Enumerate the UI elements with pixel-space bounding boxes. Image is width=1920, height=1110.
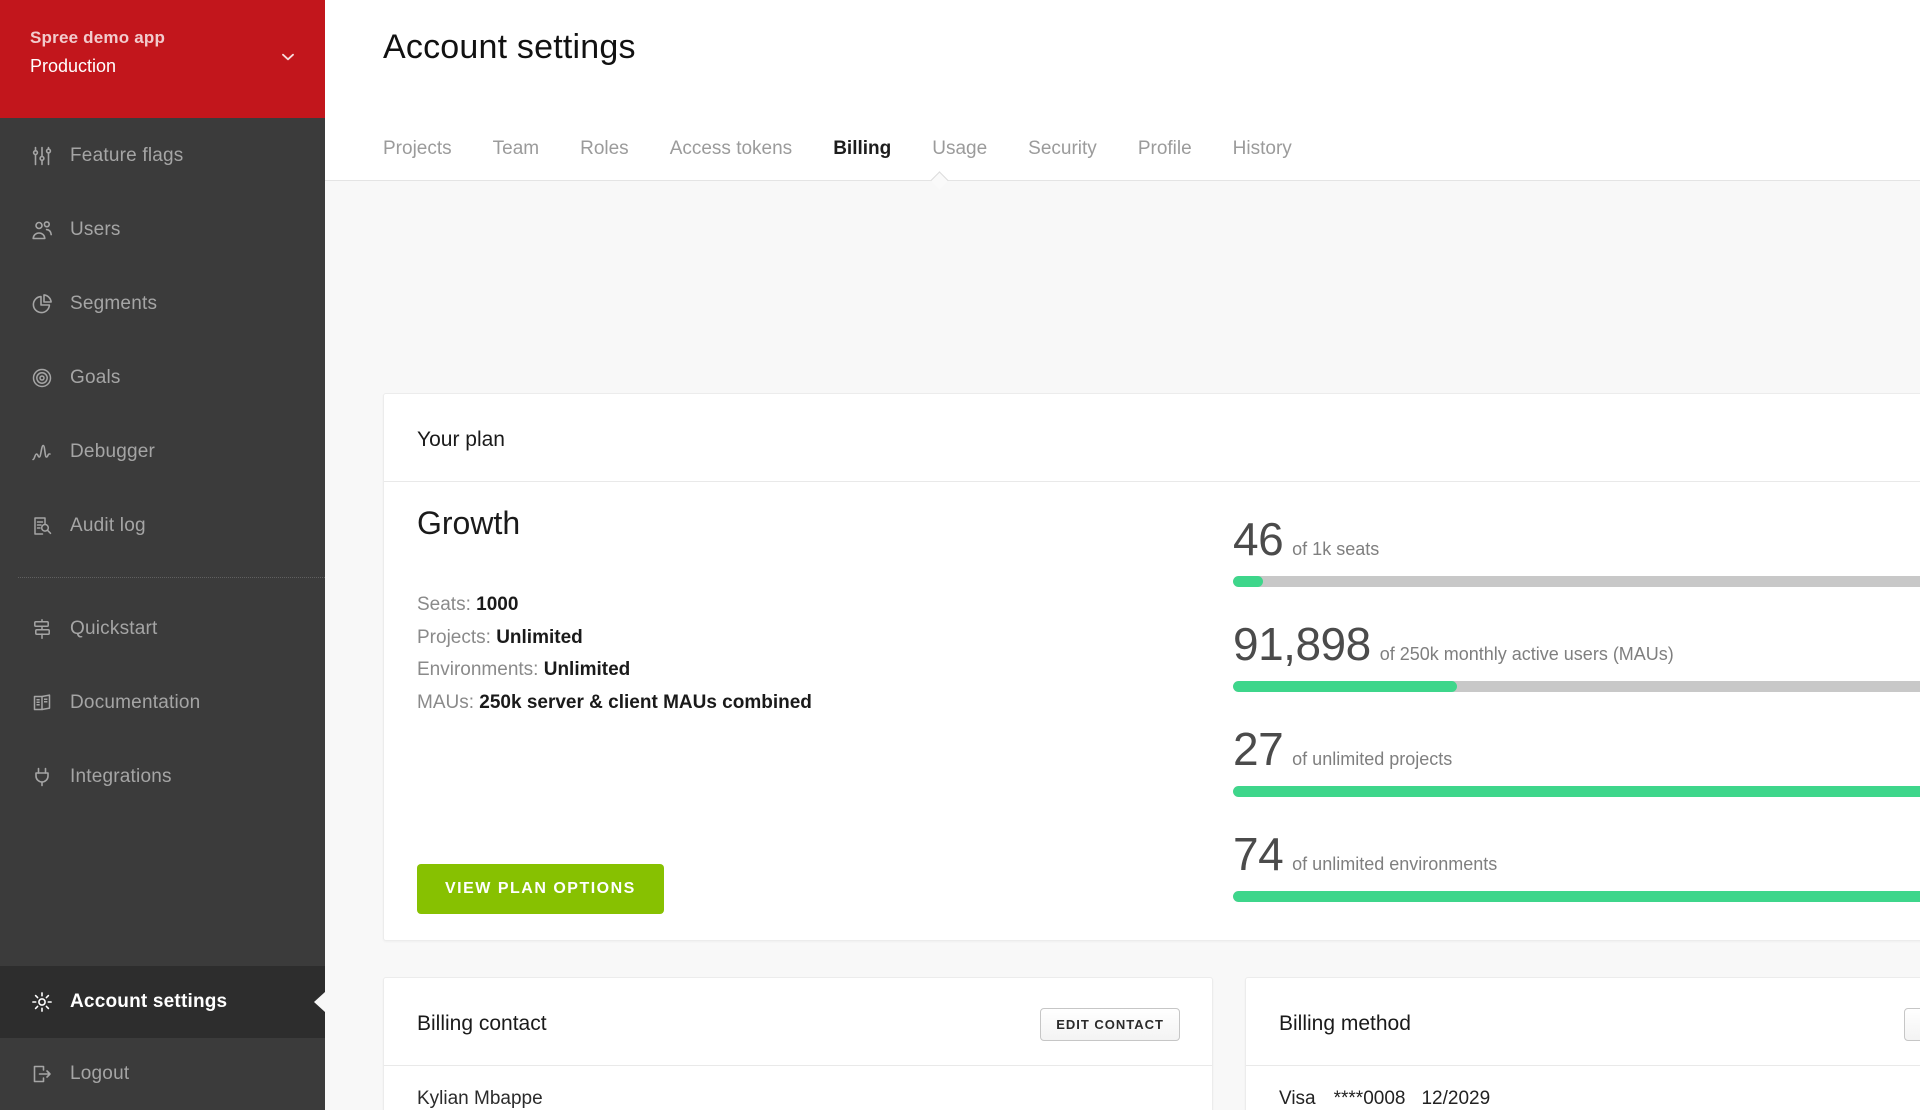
- usage-maus-value: 91,898: [1233, 619, 1371, 669]
- usage-environments-label: of unlimited environments: [1292, 854, 1497, 875]
- sidebar-item-users[interactable]: Users: [0, 193, 325, 267]
- sidebar: Spree demo app Production Feature flags …: [0, 0, 325, 1110]
- audit-log-icon: [30, 514, 54, 538]
- page-header: Account settings Projects Team Roles Acc…: [325, 0, 1920, 181]
- sidebar-item-label: Integrations: [70, 766, 172, 788]
- billing-contact-name: Kylian Mbappe: [417, 1083, 1179, 1110]
- billing-tab-panel: Your plan Growth Seats: 1000 Projects: U…: [325, 181, 1920, 1110]
- account-settings-page: { "colors": { "brand-red": "#c2161c", "s…: [0, 0, 1920, 1110]
- sidebar-item-label: Debugger: [70, 441, 155, 463]
- project-name: Spree demo app: [30, 26, 295, 50]
- tab-projects[interactable]: Projects: [383, 136, 452, 162]
- usage-maus-progressbar: [1233, 681, 1920, 692]
- billing-contact-header: Billing contact EDIT CONTACT: [384, 978, 1212, 1066]
- billing-method-card: Billing method Visa****000812/2029 Your …: [1245, 977, 1920, 1110]
- tab-billing[interactable]: Billing: [833, 136, 891, 162]
- usage-meters: 46 of 1k seats 91,898 of 250k monthly ac…: [1233, 514, 1920, 934]
- usage-seats-label: of 1k seats: [1292, 539, 1379, 560]
- usage-seats-progressbar: [1233, 576, 1920, 587]
- environment-name: Production: [30, 52, 295, 80]
- sidebar-item-label: Quickstart: [70, 618, 158, 640]
- logout-icon: [30, 1062, 54, 1086]
- card-expiry: 12/2029: [1421, 1088, 1490, 1109]
- usage-environments: 74 of unlimited environments: [1233, 829, 1920, 902]
- debugger-icon: [30, 440, 54, 464]
- sidebar-footer: Account settings Logout: [0, 966, 325, 1110]
- sidebar-item-label: Audit log: [70, 515, 146, 537]
- edit-billing-method-button[interactable]: [1904, 1008, 1920, 1041]
- sidebar-divider: [18, 577, 325, 578]
- usage-projects-value: 27: [1233, 724, 1283, 774]
- sidebar-item-documentation[interactable]: Documentation: [0, 666, 325, 740]
- usage-seats: 46 of 1k seats: [1233, 514, 1920, 587]
- edit-contact-button[interactable]: EDIT CONTACT: [1040, 1008, 1180, 1041]
- sidebar-item-integrations[interactable]: Integrations: [0, 740, 325, 814]
- sidebar-item-label: Account settings: [70, 991, 227, 1013]
- usage-projects: 27 of unlimited projects: [1233, 724, 1920, 797]
- sidebar-item-logout[interactable]: Logout: [0, 1038, 325, 1110]
- users-icon: [30, 218, 54, 242]
- usage-environments-value: 74: [1233, 829, 1283, 879]
- billing-method-title: Billing method: [1279, 1010, 1920, 1038]
- view-plan-options-button[interactable]: VIEW PLAN OPTIONS: [417, 864, 664, 914]
- sidebar-item-feature-flags[interactable]: Feature flags: [0, 119, 325, 193]
- card-number-masked: ****0008: [1334, 1088, 1406, 1109]
- sidebar-item-goals[interactable]: Goals: [0, 341, 325, 415]
- documentation-icon: [30, 691, 54, 715]
- sidebar-item-account-settings[interactable]: Account settings: [0, 966, 325, 1038]
- sidebar-item-quickstart[interactable]: Quickstart: [0, 592, 325, 666]
- goals-icon: [30, 366, 54, 390]
- sidebar-item-label: Documentation: [70, 692, 200, 714]
- sidebar-item-audit-log[interactable]: Audit log: [0, 489, 325, 563]
- usage-projects-label: of unlimited projects: [1292, 749, 1452, 770]
- tab-history[interactable]: History: [1233, 136, 1292, 162]
- usage-maus: 91,898 of 250k monthly active users (MAU…: [1233, 619, 1920, 692]
- usage-environments-progressbar: [1233, 891, 1920, 902]
- billing-method-header: Billing method: [1246, 978, 1920, 1066]
- sidebar-item-label: Segments: [70, 293, 157, 315]
- tab-team[interactable]: Team: [493, 136, 539, 162]
- sidebar-item-label: Logout: [70, 1063, 129, 1085]
- page-title: Account settings: [383, 28, 636, 67]
- integrations-icon: [30, 765, 54, 789]
- tab-bar: Projects Team Roles Access tokens Billin…: [383, 136, 1292, 162]
- sidebar-item-segments[interactable]: Segments: [0, 267, 325, 341]
- tab-roles[interactable]: Roles: [580, 136, 629, 162]
- quickstart-icon: [30, 617, 54, 641]
- usage-seats-value: 46: [1233, 514, 1283, 564]
- tab-security[interactable]: Security: [1028, 136, 1097, 162]
- tab-usage[interactable]: Usage: [932, 136, 987, 162]
- chevron-down-icon[interactable]: [277, 46, 299, 68]
- usage-maus-label: of 250k monthly active users (MAUs): [1380, 644, 1674, 665]
- tab-access-tokens[interactable]: Access tokens: [670, 136, 793, 162]
- billing-contact-card: Billing contact EDIT CONTACT Kylian Mbap…: [383, 977, 1213, 1110]
- segments-icon: [30, 292, 54, 316]
- feature-flags-icon: [30, 144, 54, 168]
- card-on-file-row: Visa ****0008 12/2029: [1279, 1083, 1920, 1110]
- usage-projects-progressbar: [1233, 786, 1920, 797]
- plan-card-header: Your plan: [384, 394, 1920, 482]
- card-type: Visa: [1279, 1088, 1316, 1109]
- tab-profile[interactable]: Profile: [1138, 136, 1192, 162]
- main-content: Account settings Projects Team Roles Acc…: [325, 0, 1920, 1110]
- your-plan-card: Your plan Growth Seats: 1000 Projects: U…: [383, 393, 1920, 941]
- billing-method-body: Visa****000812/2029 Your next billing da…: [1246, 1066, 1920, 1110]
- sidebar-item-label: Users: [70, 219, 121, 241]
- billing-contact-body: Kylian Mbappe refapp@launchdarkly.com Pa…: [384, 1066, 1212, 1110]
- sidebar-nav: Feature flags Users Segments Goals Debug…: [0, 118, 325, 814]
- sidebar-item-debugger[interactable]: Debugger: [0, 415, 325, 489]
- plan-card-title: Your plan: [417, 426, 1920, 454]
- gear-icon: [30, 990, 54, 1014]
- active-item-notch: [314, 992, 325, 1012]
- environment-switcher[interactable]: Spree demo app Production: [0, 0, 325, 118]
- sidebar-item-label: Feature flags: [70, 145, 184, 167]
- sidebar-item-label: Goals: [70, 367, 121, 389]
